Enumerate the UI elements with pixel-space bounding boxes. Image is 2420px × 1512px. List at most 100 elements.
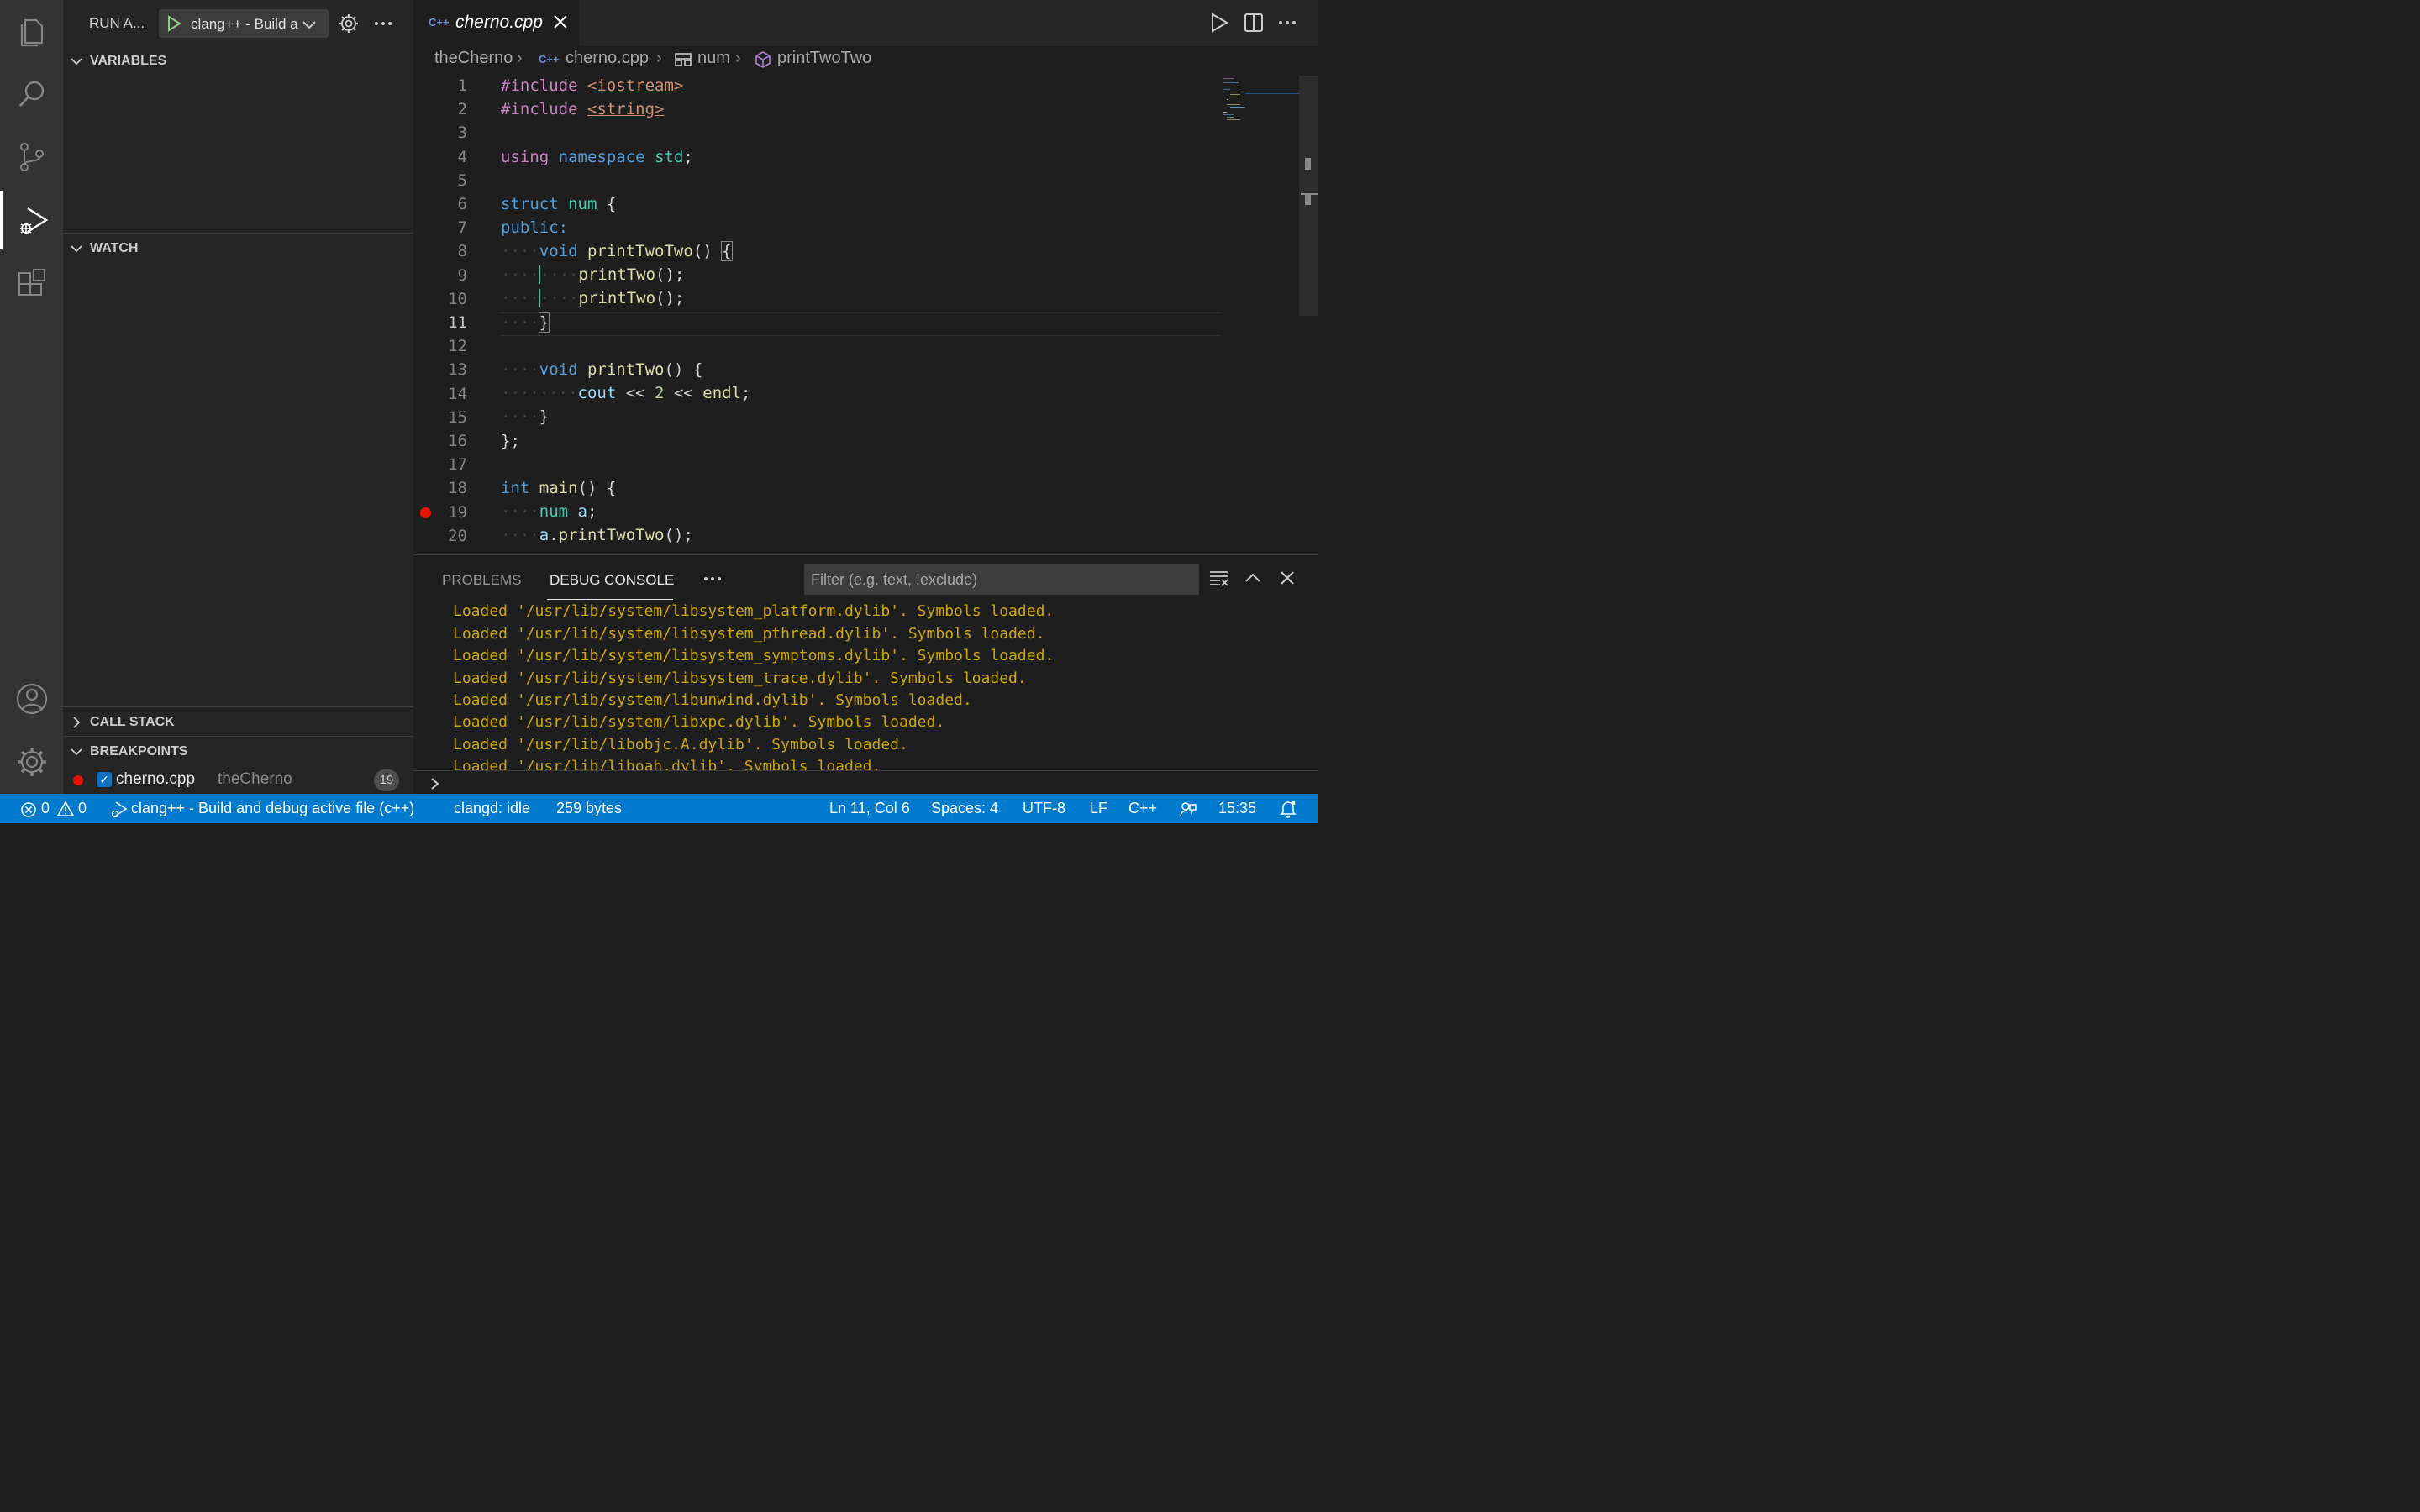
editor-scrollbar[interactable] [1299, 76, 1318, 316]
breadcrumb-folder[interactable]: theCherno [434, 49, 513, 68]
status-language-server[interactable]: clangd: idle [454, 800, 530, 817]
filter-placeholder: Filter (e.g. text, !exclude) [811, 571, 978, 588]
extensions-icon[interactable] [0, 255, 63, 313]
chevron-right-icon: › [517, 49, 523, 67]
chevron-down-icon [71, 245, 82, 253]
line-number: 6 [457, 195, 467, 213]
maximize-panel-chevron-up-icon[interactable] [1244, 569, 1262, 587]
panel-more-icon[interactable] [702, 574, 723, 584]
run-file-icon[interactable] [1208, 12, 1230, 34]
struct-icon [675, 53, 692, 66]
console-line: Loaded '/usr/lib/system/libsystem_pthrea… [453, 625, 1045, 643]
close-icon[interactable] [553, 14, 568, 29]
breadcrumb-method[interactable]: printTwoTwo [777, 49, 871, 68]
status-cursor-position[interactable]: Ln 11, Col 6 [829, 800, 910, 817]
status-eol[interactable]: LF [1090, 800, 1107, 817]
line-number: 20 [448, 526, 467, 545]
close-panel-icon[interactable] [1278, 569, 1297, 587]
line-number: 7 [457, 218, 467, 238]
code-line: public: [501, 218, 569, 237]
tab-debug-console[interactable]: DEBUG CONSOLE [550, 572, 674, 589]
scroll-marker [1305, 158, 1311, 170]
breakpoints-title: BREAKPOINTS [90, 744, 188, 759]
editor-tab-cherno-cpp[interactable]: C++ cherno.cpp [413, 0, 579, 46]
debug-config-dropdown[interactable]: clang++ - Build and debug active file (c… [159, 9, 329, 38]
line-number: 15 [448, 407, 467, 427]
breakpoint-item[interactable]: ✓ cherno.cpp theCherno 19 [63, 766, 413, 793]
status-debug-config[interactable]: clang++ - Build and debug active file (c… [131, 800, 414, 817]
editor-tab-bar: C++ cherno.cpp [413, 0, 1318, 46]
code-line: ········cout << 2 << endl; [501, 384, 751, 402]
chevron-down-icon [302, 21, 316, 29]
breakpoints-section-header[interactable]: BREAKPOINTS [63, 738, 413, 766]
console-line: Loaded '/usr/lib/system/libsystem_trace.… [453, 669, 1027, 687]
debug-config-icon[interactable] [109, 801, 128, 819]
debug-console-input[interactable] [413, 770, 1318, 795]
tab-problems[interactable]: PROBLEMS [442, 572, 521, 589]
accounts-icon[interactable] [0, 669, 63, 728]
minimap[interactable] [1220, 74, 1299, 124]
status-language-mode[interactable]: C++ [1128, 800, 1157, 817]
code-line: ····void printTwo() { [501, 360, 703, 379]
editor-more-actions-icon[interactable] [1277, 12, 1297, 34]
line-number: 16 [448, 432, 467, 450]
run-view-title: RUN A... [89, 15, 145, 31]
settings-gear-icon[interactable] [0, 732, 63, 791]
console-line: Loaded '/usr/lib/system/libunwind.dylib'… [453, 691, 972, 709]
run-debug-icon[interactable] [0, 191, 63, 249]
console-line: Loaded '/usr/lib/libobjc.A.dylib'. Symbo… [453, 736, 908, 753]
activity-bar [0, 0, 63, 794]
chevron-down-icon [71, 58, 82, 66]
console-line: Loaded '/usr/lib/system/libsystem_sympto… [453, 647, 1055, 664]
more-actions-icon[interactable] [373, 13, 393, 34]
line-number: 17 [448, 455, 467, 475]
code-line: #include <string> [501, 100, 665, 118]
code-line: int main() { [501, 479, 617, 497]
scroll-marker [1305, 195, 1311, 205]
split-editor-icon[interactable] [1244, 12, 1264, 34]
debug-config-label: clang++ - Build and debug active file (c… [191, 16, 298, 32]
status-clock: 15:35 [1218, 800, 1257, 816]
variables-title: VARIABLES [90, 54, 167, 68]
section-divider [63, 736, 413, 737]
console-filter-input[interactable]: Filter (e.g. text, !exclude) [804, 564, 1199, 595]
status-indentation[interactable]: Spaces: 4 [931, 800, 998, 817]
line-number: 11 [448, 313, 467, 332]
warning-count[interactable]: 0 [78, 800, 87, 817]
watch-title: WATCH [90, 241, 139, 255]
cpp-file-icon: C++ [539, 53, 560, 66]
watch-section-header[interactable]: WATCH [63, 234, 413, 263]
breadcrumb-struct[interactable]: num [697, 49, 730, 68]
warning-icon[interactable] [56, 801, 75, 817]
status-file-size: 259 bytes [556, 800, 623, 816]
line-number: 3 [457, 123, 467, 143]
debug-console-output[interactable]: Loaded '/usr/lib/system/libsystem_platfo… [413, 602, 1318, 770]
call-stack-section-header[interactable]: CALL STACK [63, 708, 413, 737]
breakpoint-dot-icon [73, 775, 83, 785]
breadcrumb-file[interactable]: cherno.cpp [566, 49, 649, 68]
explorer-icon[interactable] [0, 3, 63, 61]
search-icon[interactable] [0, 65, 63, 123]
start-debugging-icon[interactable] [166, 15, 182, 32]
status-encoding[interactable]: UTF-8 [1023, 800, 1065, 817]
bottom-panel: PROBLEMS DEBUG CONSOLE Filter (e.g. text… [413, 554, 1318, 794]
console-line: Loaded '/usr/lib/liboah.dylib'. Symbols … [453, 758, 881, 770]
source-control-icon[interactable] [0, 128, 63, 186]
notifications-bell-icon[interactable] [1279, 800, 1297, 818]
feedback-icon[interactable] [1179, 800, 1197, 818]
code-line: struct num { [501, 195, 617, 213]
cpp-file-icon: C++ [429, 16, 450, 29]
console-line: Loaded '/usr/lib/system/libsystem_platfo… [453, 602, 1055, 620]
error-icon[interactable] [20, 801, 37, 818]
breakpoint-enabled-checkbox[interactable]: ✓ [97, 772, 112, 787]
line-number: 5 [457, 171, 467, 190]
breakpoint-folder: theCherno [218, 770, 292, 788]
console-line: Loaded '/usr/lib/system/libxpc.dylib'. S… [453, 713, 945, 731]
clear-console-icon[interactable] [1208, 569, 1230, 587]
error-count[interactable]: 0 [41, 800, 50, 817]
open-launch-json-gear-icon[interactable] [339, 13, 359, 34]
code-line: ····} [501, 407, 550, 426]
code-line: #include <iostream> [501, 76, 684, 95]
variables-section-header[interactable]: VARIABLES [63, 47, 413, 76]
code-line: ········printTwo(); [501, 265, 685, 284]
